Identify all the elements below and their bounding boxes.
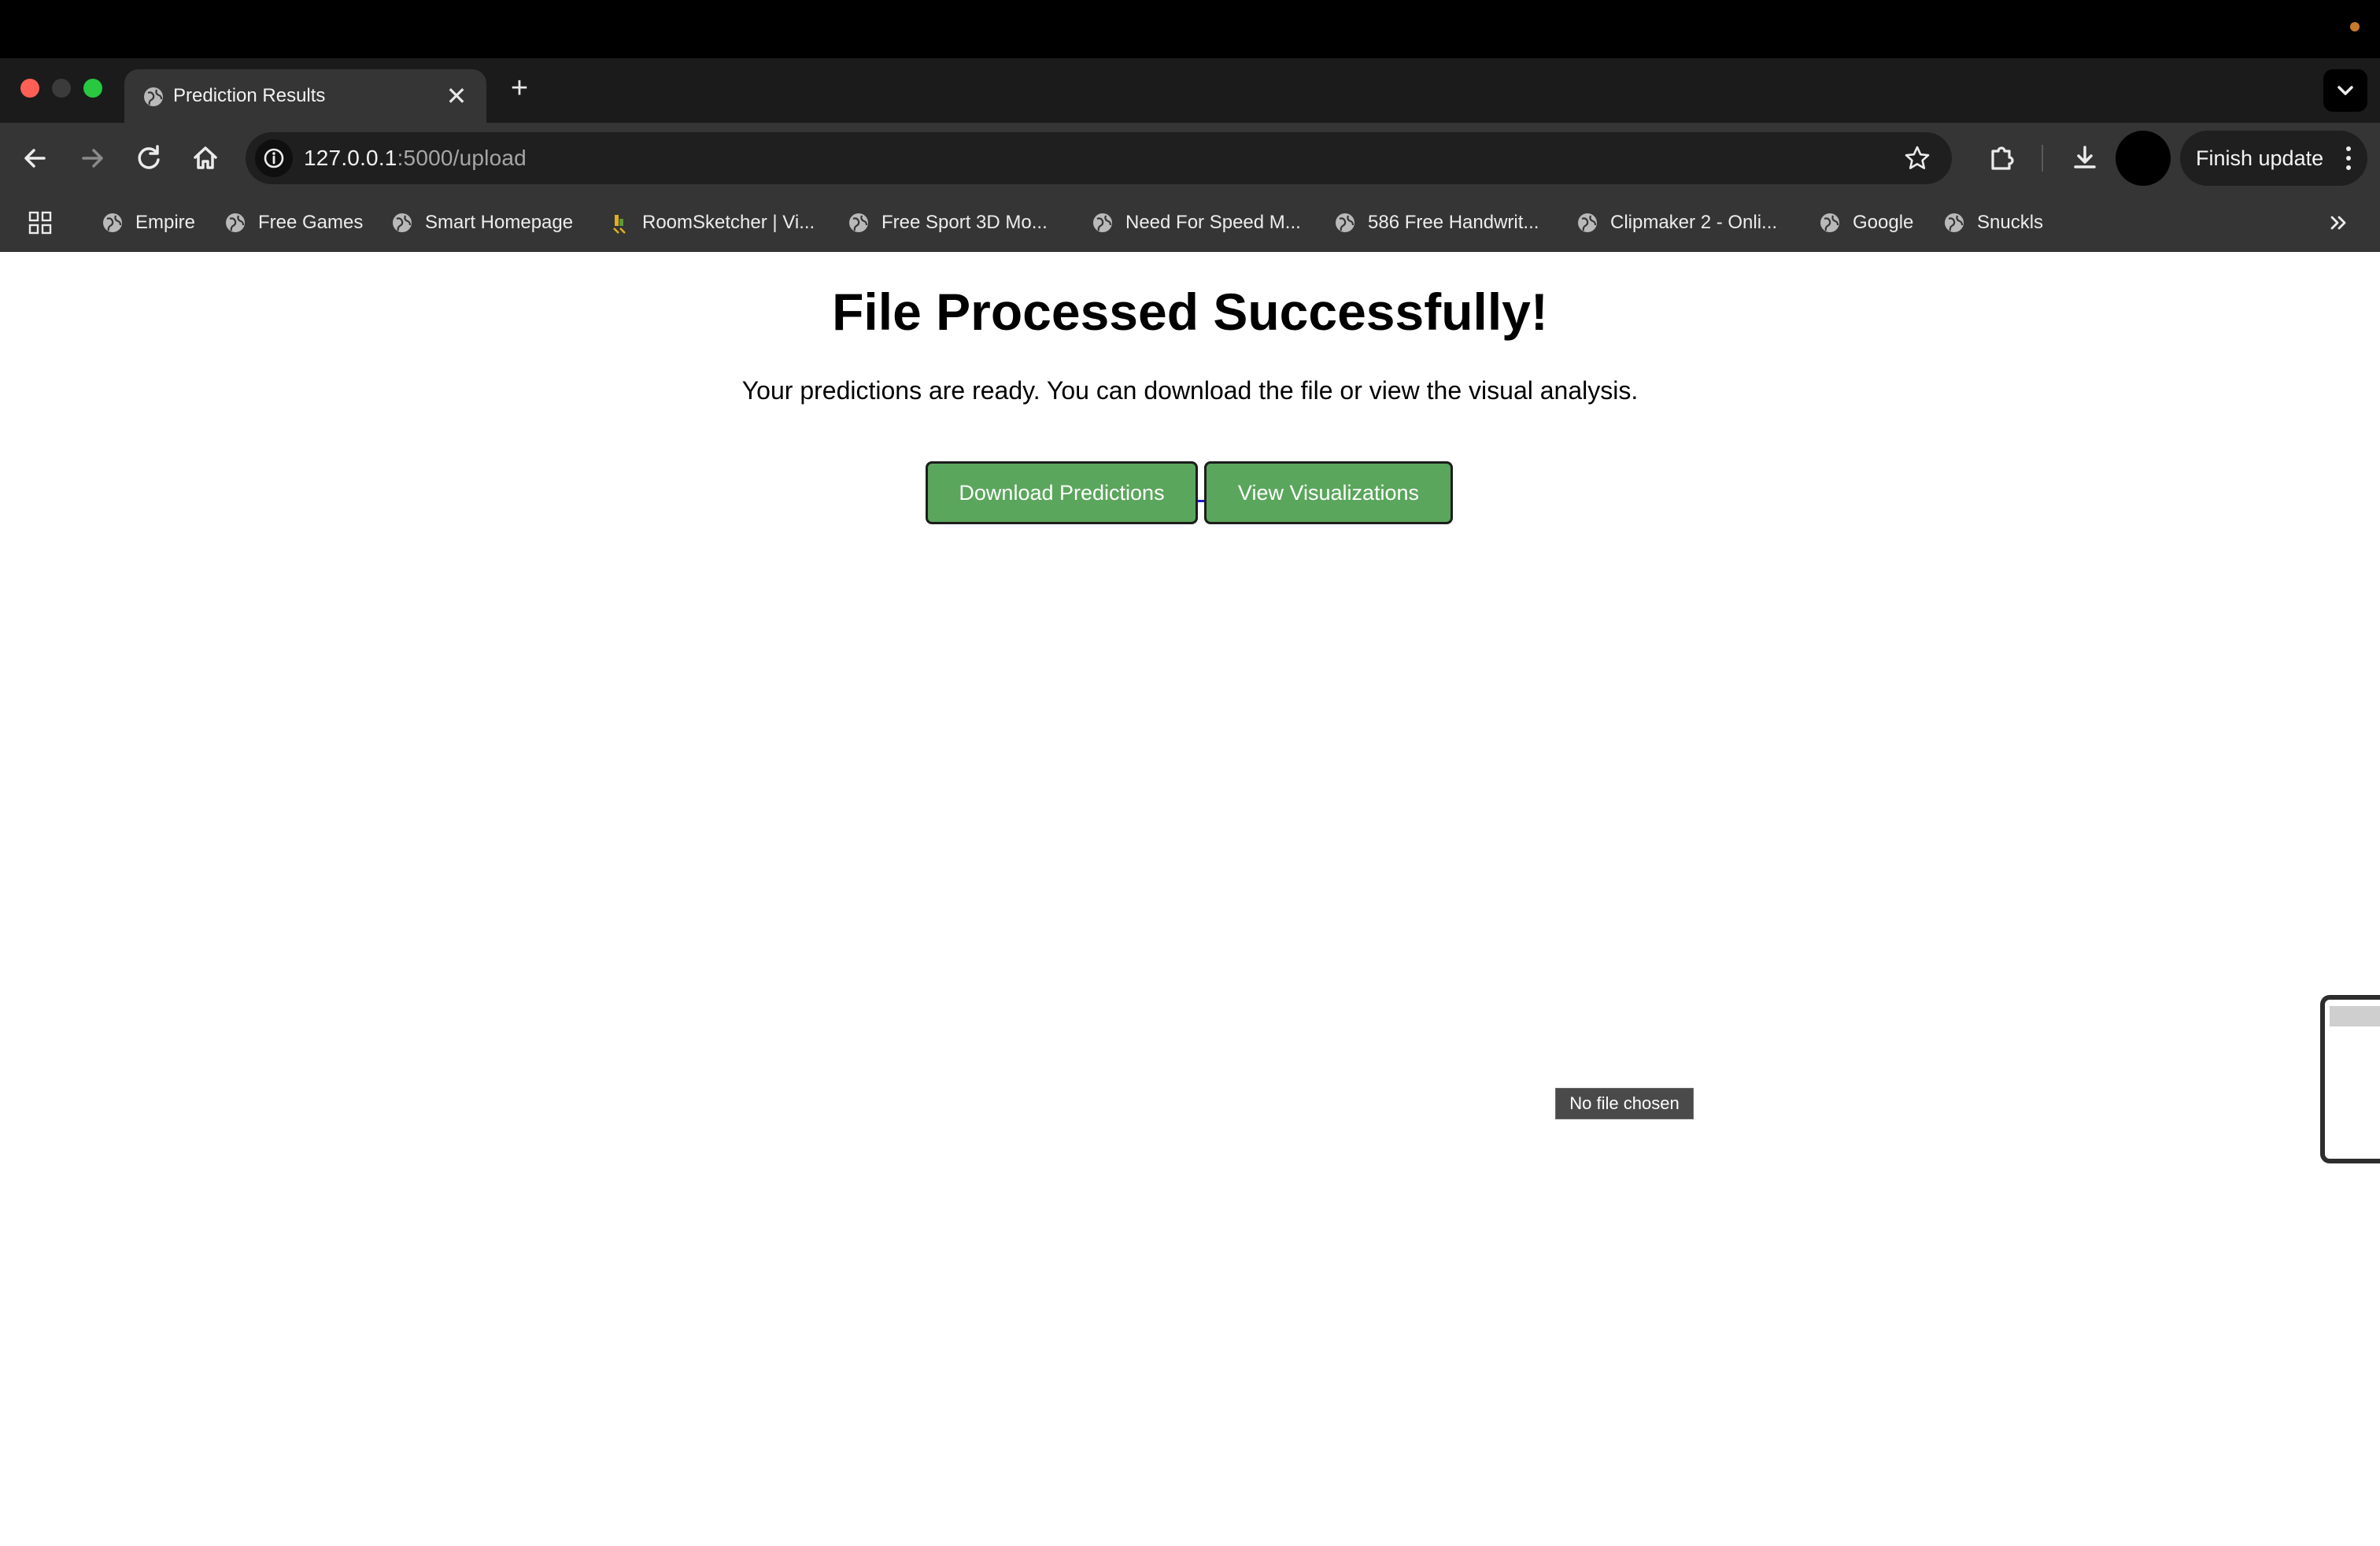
more-vert-icon: [2346, 146, 2351, 170]
tab-title: Prediction Results: [173, 85, 326, 106]
bookmark-label: Need For Speed M...: [1125, 212, 1301, 233]
url-text: 127.0.0.1:5000/upload: [304, 146, 527, 171]
roomsketcher-icon: [613, 215, 626, 234]
home-icon[interactable]: [186, 139, 225, 178]
close-tab-icon[interactable]: ✕: [441, 80, 472, 112]
address-bar[interactable]: 127.0.0.1:5000/upload: [246, 132, 1952, 184]
bookmark-label: Free Games: [258, 212, 364, 233]
globe-icon: [849, 213, 868, 232]
extensions-puzzle-icon[interactable]: [1982, 139, 2021, 178]
bookmark-item[interactable]: RoomSketcher | Vi...: [608, 208, 815, 238]
download-predictions-button[interactable]: Download Predictions: [926, 461, 1198, 524]
bookmark-item[interactable]: Free Sport 3D Mo...: [847, 208, 1048, 238]
bookmark-item[interactable]: Empire: [101, 208, 195, 238]
url-host: 127.0.0.1: [304, 146, 397, 170]
bookmark-label: Empire: [135, 212, 196, 233]
globe-icon: [1578, 213, 1597, 232]
page-subtext: Your predictions are ready. You can down…: [741, 376, 1639, 405]
window-zoom-button[interactable]: [83, 79, 102, 98]
page-content: File Processed Successfully! Your predic…: [0, 252, 2380, 1546]
finish-update-label: Finish update: [2196, 146, 2324, 170]
window-minimize-button[interactable]: [52, 79, 71, 98]
globe-icon: [1336, 213, 1354, 232]
globe-icon: [1945, 213, 1964, 232]
bookmark-item[interactable]: 586 Free Handwrit...: [1333, 208, 1539, 238]
bookmarks-bar: Empire Free Games Smart Homepage RoomSketch…: [0, 194, 2380, 252]
recording-indicator: [2350, 22, 2360, 31]
apps-grid-icon[interactable]: [27, 209, 54, 236]
tab-strip: Prediction Results ✕ +: [0, 58, 2380, 123]
bookmark-label: Clipmaker 2 - Onli...: [1610, 212, 1778, 233]
browser-toolbar: 127.0.0.1:5000/upload Finish update: [0, 123, 2380, 194]
file-tooltip: No file chosen: [1555, 1088, 1694, 1119]
bookmark-label: Smart Homepage: [425, 212, 574, 233]
bookmark-item[interactable]: Smart Homepage: [390, 208, 573, 238]
bookmark-item[interactable]: Clipmaker 2 - Onli...: [1576, 208, 1777, 238]
globe-icon: [103, 213, 122, 232]
system-top-bar: [0, 0, 2380, 58]
bookmark-label: Google: [1853, 212, 1914, 233]
bookmark-label: RoomSketcher | Vi...: [642, 212, 815, 233]
bookmark-label: Free Sport 3D Mo...: [881, 212, 1048, 233]
page-title: File Processed Successfully!: [832, 283, 1548, 341]
site-info-button[interactable]: [255, 139, 293, 177]
info-icon: [264, 148, 284, 168]
profile-avatar[interactable]: [2116, 131, 2171, 186]
bookmark-item[interactable]: Google: [1818, 208, 1913, 238]
chevron-double-right-icon[interactable]: [2325, 209, 2352, 236]
download-icon[interactable]: [2065, 139, 2105, 178]
finish-update-button[interactable]: Finish update: [2180, 131, 2367, 186]
preview-header: [2330, 1006, 2380, 1026]
globe-icon: [393, 213, 412, 232]
bookmark-item[interactable]: Snuckls: [1942, 208, 2043, 238]
floating-preview-thumbnail[interactable]: [2320, 995, 2380, 1163]
bookmark-label: Snuckls: [1977, 212, 2044, 233]
back-arrow-icon[interactable]: [16, 139, 55, 178]
bookmark-item[interactable]: Free Games: [224, 208, 363, 238]
globe-icon: [144, 87, 163, 106]
new-tab-button[interactable]: +: [504, 72, 535, 104]
view-visualizations-button[interactable]: View Visualizations: [1204, 461, 1453, 524]
chevron-down-icon: [2338, 86, 2353, 95]
tab-search-button[interactable]: [2323, 69, 2367, 112]
globe-icon: [226, 213, 245, 232]
tab-prediction-results[interactable]: Prediction Results ✕: [124, 69, 486, 123]
globe-icon: [1093, 213, 1112, 232]
globe-icon: [1820, 213, 1839, 232]
bookmark-label: 586 Free Handwrit...: [1368, 212, 1539, 233]
reload-icon[interactable]: [129, 139, 168, 178]
toolbar-divider: [2042, 145, 2043, 172]
bookmark-item[interactable]: Need For Speed M...: [1091, 208, 1301, 238]
url-path: :5000/upload: [397, 146, 527, 170]
window-close-button[interactable]: [20, 79, 39, 98]
bookmark-star-icon[interactable]: [1901, 142, 1933, 174]
forward-arrow-icon[interactable]: [72, 139, 112, 178]
